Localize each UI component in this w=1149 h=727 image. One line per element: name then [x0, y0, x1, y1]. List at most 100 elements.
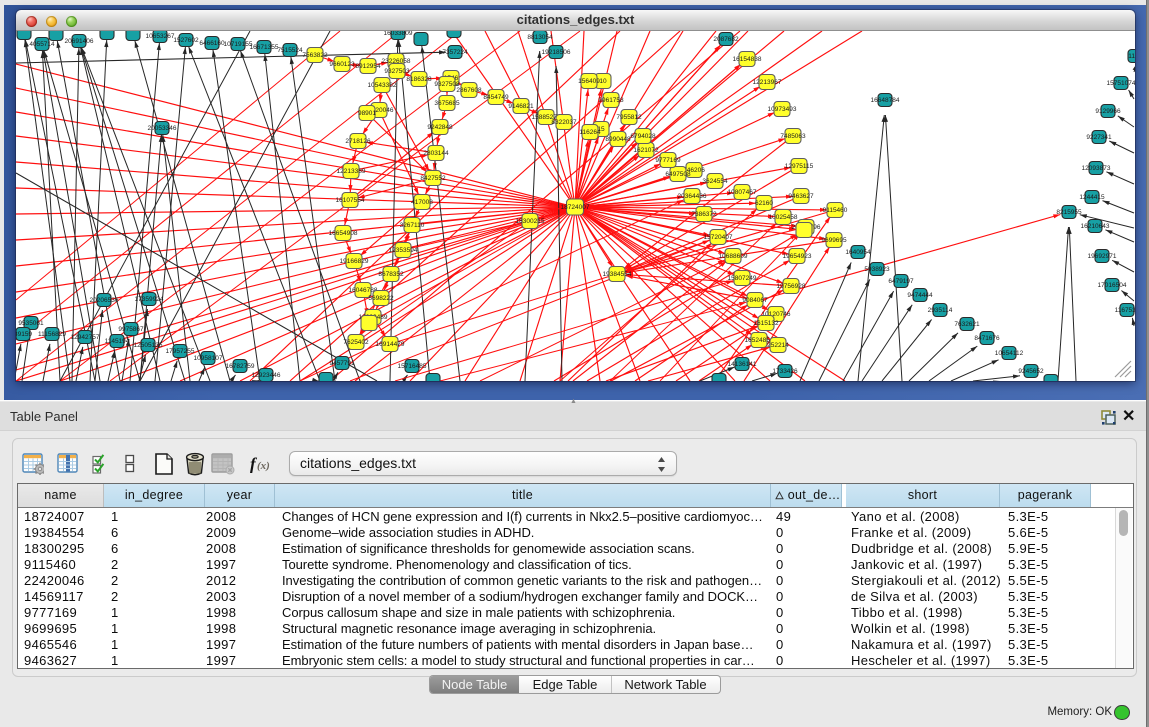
svg-text:14136141: 14136141 — [728, 361, 757, 368]
svg-text:12093873: 12093873 — [1082, 165, 1111, 172]
svg-text:7386372: 7386372 — [691, 211, 717, 218]
svg-text:19692971: 19692971 — [1088, 253, 1117, 260]
svg-text:15716485: 15716485 — [398, 363, 427, 370]
svg-text:15720407: 15720407 — [704, 234, 733, 241]
svg-text:16648784: 16648784 — [871, 97, 900, 104]
svg-text:10: 10 — [599, 78, 607, 85]
svg-text:16654908: 16654908 — [329, 230, 358, 237]
svg-text:12213389: 12213389 — [337, 168, 366, 175]
svg-text:10654112: 10654112 — [995, 350, 1024, 357]
svg-text:20206536: 20206536 — [90, 297, 119, 304]
svg-text:9245652: 9245652 — [1018, 368, 1044, 375]
svg-text:19756928: 19756928 — [777, 283, 806, 290]
svg-text:19384554: 19384554 — [603, 271, 632, 278]
svg-text:10719155: 10719155 — [224, 41, 253, 48]
svg-text:1527602: 1527602 — [173, 37, 199, 44]
svg-text:7563822: 7563822 — [302, 52, 328, 59]
svg-text:1733426: 1733426 — [772, 368, 798, 375]
svg-text:116264: 116264 — [579, 129, 601, 136]
svg-text:7485063: 7485063 — [780, 133, 806, 140]
svg-text:6497508: 6497508 — [665, 171, 691, 178]
svg-text:9463627: 9463627 — [788, 193, 814, 200]
svg-text:1615132: 1615132 — [753, 320, 779, 327]
svg-text:16107554: 16107554 — [336, 197, 365, 204]
svg-text:2935114: 2935114 — [928, 307, 953, 314]
svg-text:5698222: 5698222 — [368, 295, 394, 302]
svg-text:156409: 156409 — [578, 78, 600, 85]
svg-text:8322037: 8322037 — [551, 119, 577, 126]
svg-text:7357224: 7357224 — [442, 49, 468, 56]
svg-text:20364436: 20364436 — [678, 193, 707, 200]
svg-text:7515524: 7515524 — [277, 47, 303, 54]
svg-text:8186328: 8186328 — [406, 76, 432, 83]
svg-text:9146821: 9146821 — [508, 103, 534, 110]
svg-text:17359924: 17359924 — [135, 296, 164, 303]
svg-text:62160: 62160 — [755, 200, 773, 207]
svg-text:6479197: 6479197 — [888, 278, 914, 285]
svg-text:12942757: 12942757 — [71, 334, 100, 341]
svg-text:252214: 252214 — [767, 342, 789, 349]
svg-text:20053346: 20053346 — [148, 125, 177, 132]
svg-text:3624554: 3624554 — [702, 178, 728, 185]
svg-text:1244415: 1244415 — [1079, 194, 1105, 201]
svg-text:12923446: 12923446 — [252, 372, 281, 379]
svg-text:18724007: 18724007 — [561, 204, 590, 211]
svg-text:8471676: 8471676 — [974, 335, 1000, 342]
svg-text:10688609: 10688609 — [719, 253, 748, 260]
svg-text:9699695: 9699695 — [821, 237, 847, 244]
svg-text:9660123: 9660123 — [329, 61, 355, 68]
svg-text:10973493: 10973493 — [768, 106, 797, 113]
svg-text:10958107: 10958107 — [194, 355, 223, 362]
svg-text:15751074: 15751074 — [1107, 80, 1135, 87]
svg-text:(x): (x) — [257, 460, 270, 472]
svg-text:19166829: 19166829 — [340, 258, 369, 265]
svg-text:7625402: 7625402 — [343, 339, 369, 346]
svg-text:98901: 98901 — [358, 110, 376, 117]
svg-text:10543382: 10543382 — [368, 82, 397, 89]
svg-text:9242848: 9242848 — [427, 124, 453, 131]
svg-text:15807249: 15807249 — [728, 275, 757, 282]
svg-text:12505135: 12505135 — [134, 342, 163, 349]
svg-text:7955812: 7955812 — [616, 114, 642, 121]
svg-text:2718126: 2718126 — [345, 138, 371, 145]
svg-text:6794028: 6794028 — [630, 133, 656, 140]
svg-text:3675685: 3675685 — [434, 100, 460, 107]
svg-text:12975115: 12975115 — [785, 163, 814, 170]
svg-text:19218506: 19218506 — [542, 49, 571, 56]
svg-text:10653267: 10653267 — [146, 33, 175, 40]
svg-text:12213967: 12213967 — [753, 79, 782, 86]
svg-text:2803144: 2803144 — [423, 150, 449, 157]
svg-text:5938923: 5938923 — [864, 266, 890, 273]
svg-text:17957255: 17957255 — [166, 348, 195, 355]
svg-text:9777169: 9777169 — [655, 157, 681, 164]
svg-text:7632621: 7632621 — [954, 321, 980, 328]
svg-text:8427552: 8427552 — [420, 175, 446, 182]
svg-text:9457791: 9457791 — [329, 360, 355, 367]
svg-text:1621072: 1621072 — [633, 147, 659, 154]
svg-text:16033809: 16033809 — [384, 31, 413, 37]
svg-text:9129966: 9129966 — [1095, 108, 1121, 115]
svg-text:6466160: 6466160 — [199, 40, 225, 47]
svg-text:8990448: 8990448 — [605, 136, 631, 143]
svg-text:10807467: 10807467 — [728, 189, 757, 196]
svg-text:1117: 1117 — [1128, 53, 1135, 60]
svg-text:8215955: 8215955 — [1056, 209, 1082, 216]
svg-text:16671355: 16671355 — [250, 44, 279, 51]
svg-text:3267110: 3267110 — [400, 222, 425, 229]
svg-text:1167534: 1167534 — [1115, 307, 1135, 314]
svg-text:4055714: 4055714 — [29, 41, 55, 48]
svg-text:16782759: 16782759 — [226, 363, 255, 370]
svg-text:1640954: 1640954 — [845, 249, 871, 256]
svg-text:9474444: 9474444 — [907, 292, 933, 299]
svg-text:417008: 417008 — [411, 199, 433, 206]
svg-text:39159: 39159 — [16, 331, 32, 338]
svg-text:2087682: 2087682 — [713, 36, 739, 43]
svg-text:8813054: 8813054 — [527, 34, 553, 41]
svg-text:9115460: 9115460 — [823, 207, 848, 214]
svg-text:16210643: 16210643 — [1081, 223, 1110, 230]
svg-text:17016504: 17016504 — [1098, 282, 1127, 289]
svg-text:20691406: 20691406 — [65, 38, 94, 45]
svg-text:9084067: 9084067 — [742, 297, 768, 304]
svg-text:8454749: 8454749 — [483, 94, 509, 101]
svg-text:10025458: 10025458 — [769, 214, 798, 221]
